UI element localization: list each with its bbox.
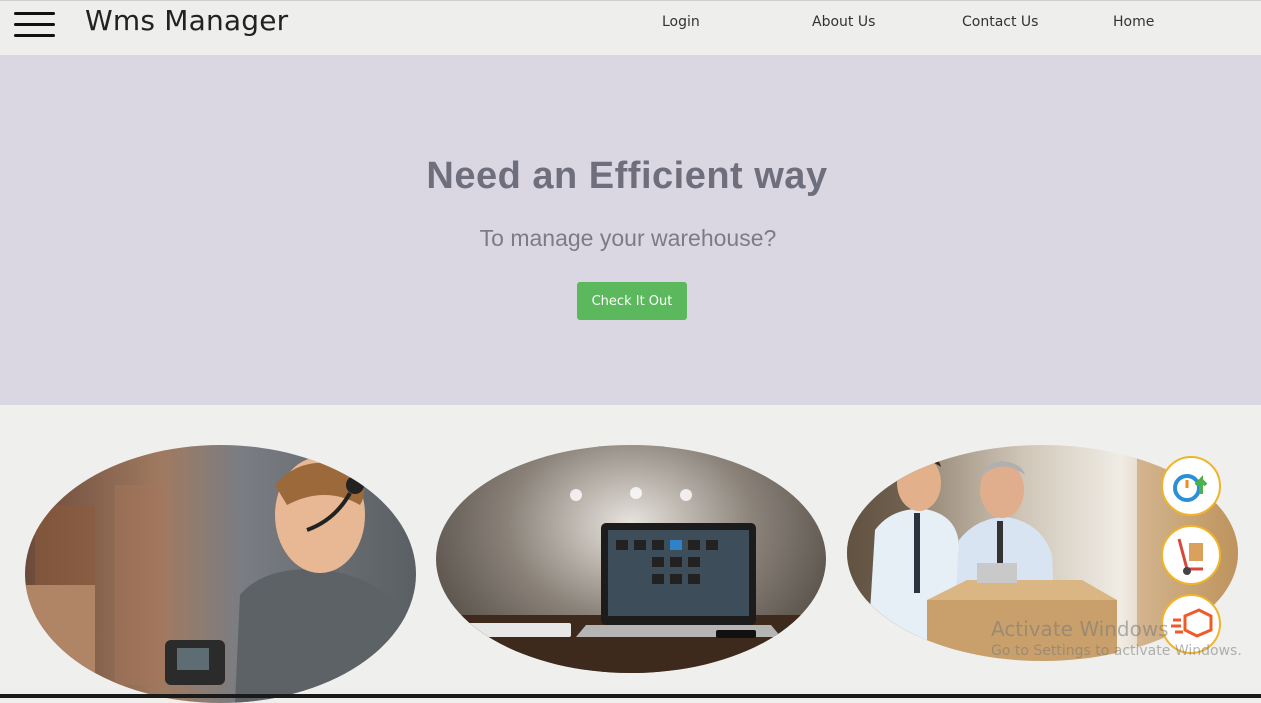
hero-banner: Need an Efficient way To manage your war… [0, 55, 1261, 405]
menu-icon-bar [14, 12, 55, 15]
check-it-out-button[interactable]: Check It Out [577, 282, 687, 320]
laptop-illustration [436, 487, 826, 673]
menu-icon-bar [14, 23, 55, 26]
menu-icon-bar [14, 34, 55, 37]
menu-icon[interactable] [14, 11, 56, 39]
bottom-border [0, 694, 1261, 698]
warehouse-worker-image [25, 445, 416, 703]
watermark-line-2: Go to Settings to activate Windows. [991, 643, 1242, 659]
hand-truck-icon[interactable] [1161, 525, 1221, 585]
windows-activation-watermark: Activate Windows Go to Settings to activ… [991, 617, 1242, 659]
top-navbar: Wms Manager Login About Us Contact Us Ho… [0, 0, 1261, 55]
nav-login[interactable]: Login [662, 14, 700, 30]
nav-contact-us[interactable]: Contact Us [962, 14, 1038, 30]
hero-title: Need an Efficient way [426, 155, 828, 197]
watermark-line-1: Activate Windows [991, 617, 1169, 641]
nav-about-us[interactable]: About Us [812, 14, 875, 30]
nav-home[interactable]: Home [1113, 14, 1154, 30]
warehouse-worker-illustration [25, 457, 416, 703]
brand-logo-text[interactable]: Wms Manager [85, 4, 288, 37]
hero-subtitle: To manage your warehouse? [479, 225, 777, 251]
laptop-warehouse-image [436, 445, 826, 673]
timer-upload-icon[interactable] [1161, 456, 1221, 516]
